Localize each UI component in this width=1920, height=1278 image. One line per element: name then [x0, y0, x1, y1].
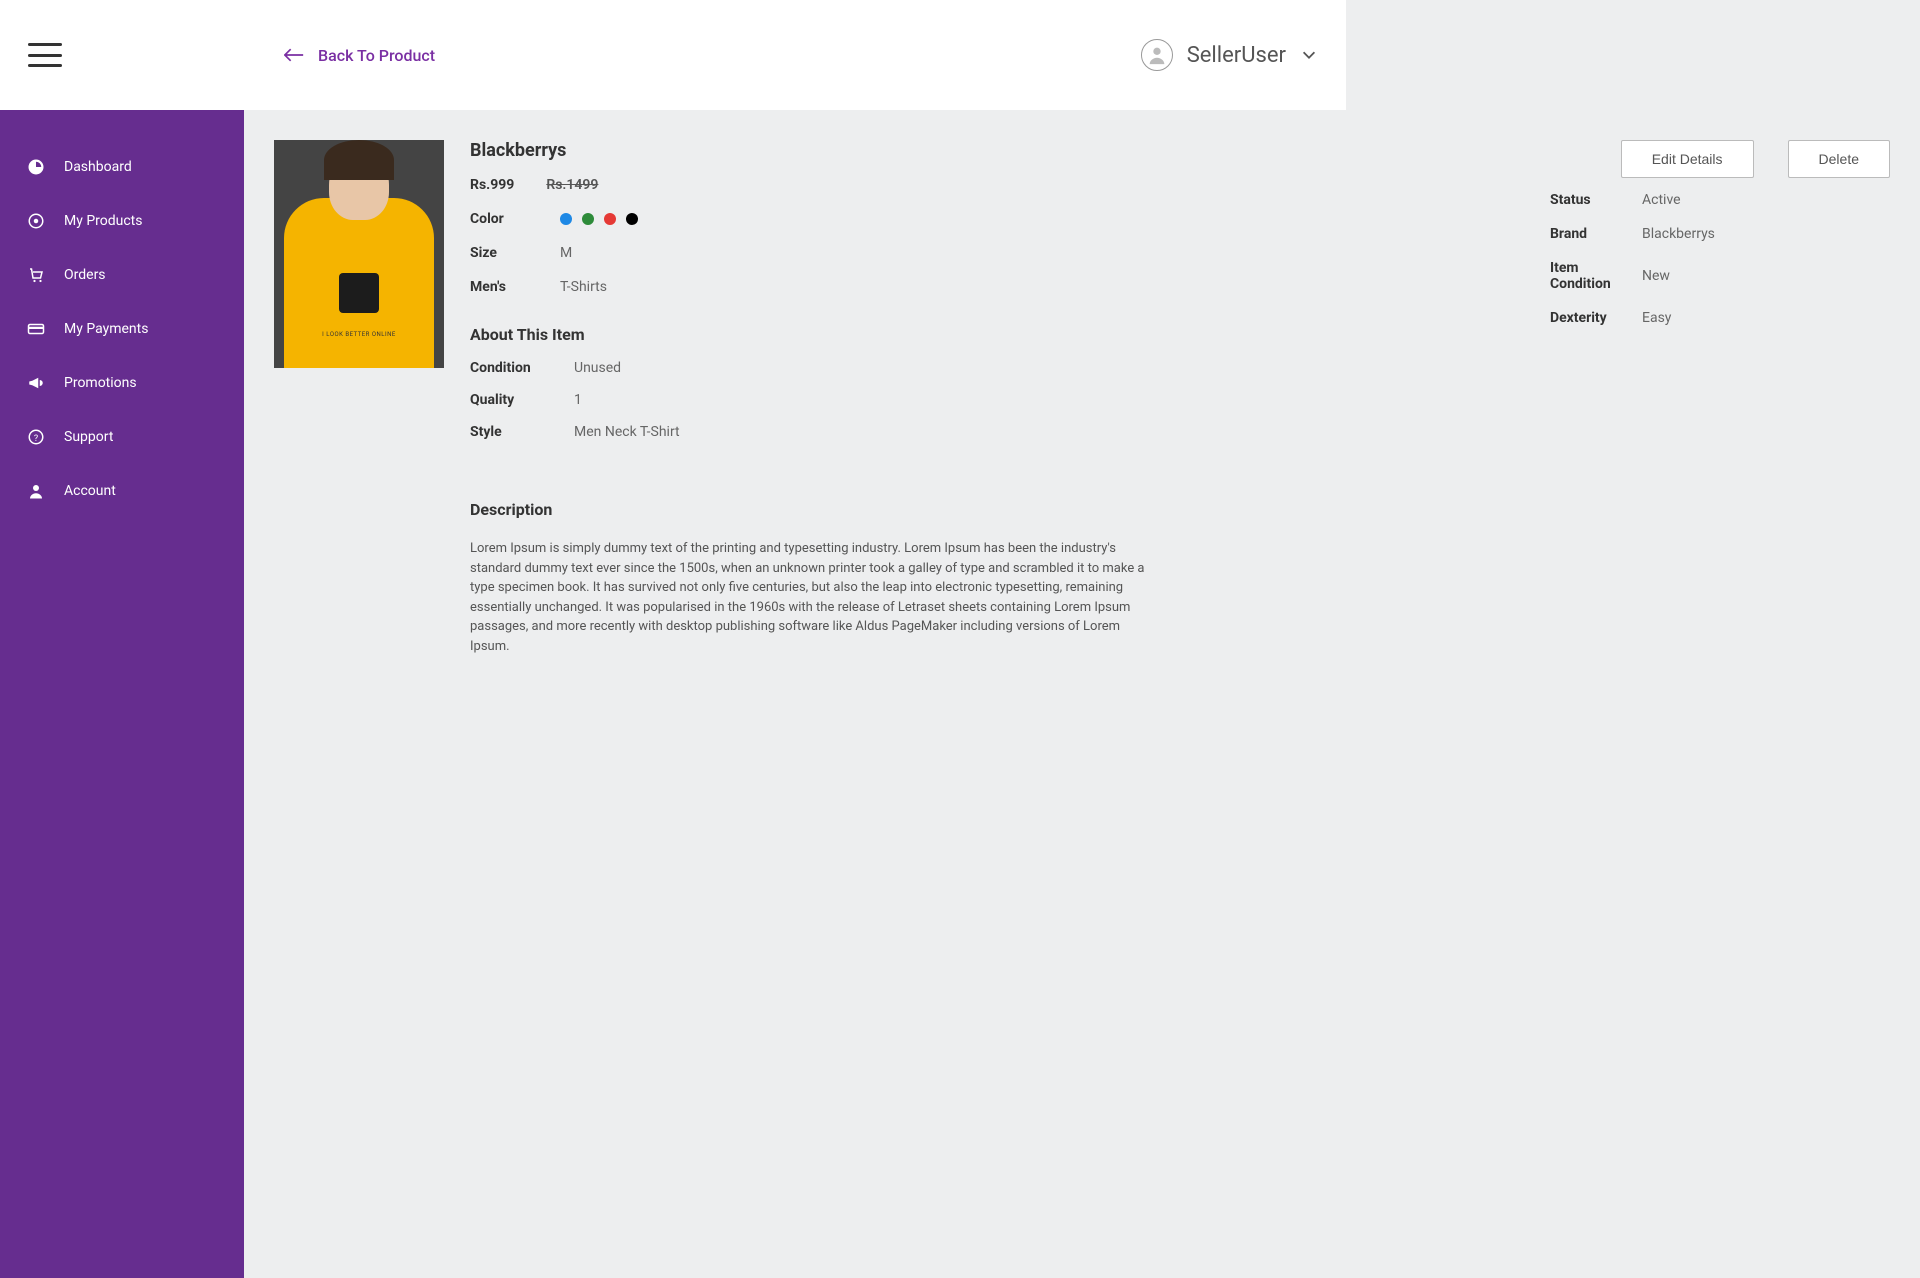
sidebar-item-label: Promotions — [64, 375, 137, 391]
back-to-product-link[interactable]: Back To Product — [284, 46, 435, 65]
product-title: Blackberrys — [470, 140, 1524, 161]
user-menu[interactable]: SellerUser — [1141, 39, 1318, 71]
product-row: I LOOK BETTER ONLINE Blackberrys Rs.999 … — [274, 140, 1890, 656]
size-value: M — [560, 245, 572, 261]
dexterity-value: Easy — [1642, 310, 1671, 326]
sidebar-item-label: My Products — [64, 213, 143, 229]
products-icon — [26, 212, 46, 230]
brand-label: Brand — [1550, 226, 1642, 242]
sidebar-item-label: Account — [64, 483, 116, 499]
category-label: Men's — [470, 279, 560, 295]
hamburger-menu-button[interactable] — [28, 43, 62, 67]
price-old: Rs.1499 — [546, 177, 598, 193]
cart-icon — [26, 266, 46, 284]
main-content: I LOOK BETTER ONLINE Blackberrys Rs.999 … — [244, 110, 1920, 1278]
arrow-left-icon — [284, 47, 304, 63]
brand-value: Blackberrys — [1642, 226, 1715, 242]
size-label: Size — [470, 245, 560, 261]
swatch-red[interactable] — [604, 213, 616, 225]
about-quality-value: 1 — [574, 392, 582, 408]
delete-button[interactable]: Delete — [1788, 140, 1890, 178]
item-condition-value: New — [1642, 268, 1670, 284]
description-heading: Description — [470, 500, 1524, 519]
sidebar-item-my-products[interactable]: My Products — [0, 194, 244, 248]
color-label: Color — [470, 211, 560, 227]
status-value: Active — [1642, 192, 1681, 208]
user-icon — [26, 482, 46, 500]
logo-placeholder — [76, 7, 236, 103]
sidebar-item-support[interactable]: ? Support — [0, 410, 244, 464]
about-condition-value: Unused — [574, 360, 621, 376]
description-text: Lorem Ipsum is simply dummy text of the … — [470, 539, 1150, 656]
sidebar-item-promotions[interactable]: Promotions — [0, 356, 244, 410]
action-buttons: Edit Details Delete — [1550, 140, 1890, 178]
sidebar-item-label: Dashboard — [64, 159, 132, 175]
about-condition-label: Condition — [470, 360, 574, 376]
details-right: Edit Details Delete Status Active Brand … — [1550, 140, 1890, 344]
support-icon: ? — [26, 428, 46, 446]
color-swatches — [560, 213, 638, 225]
item-condition-label: Item Condition — [1550, 260, 1642, 292]
user-name: SellerUser — [1187, 43, 1286, 68]
chevron-down-icon — [1300, 46, 1318, 64]
about-style-label: Style — [470, 424, 574, 440]
back-link-label: Back To Product — [318, 46, 435, 65]
price-row: Rs.999 Rs.1499 — [470, 177, 1524, 193]
sidebar: Dashboard My Products Orders My Payments… — [0, 110, 244, 1278]
sidebar-item-label: My Payments — [64, 321, 148, 337]
sidebar-item-account[interactable]: Account — [0, 464, 244, 518]
sidebar-item-dashboard[interactable]: Dashboard — [0, 140, 244, 194]
topbar: Back To Product SellerUser — [0, 0, 1346, 110]
shirt-caption: I LOOK BETTER ONLINE — [274, 331, 444, 338]
megaphone-icon — [26, 374, 46, 392]
dashboard-icon — [26, 158, 46, 176]
product-image: I LOOK BETTER ONLINE — [274, 140, 444, 368]
about-quality-label: Quality — [470, 392, 574, 408]
swatch-black[interactable] — [626, 213, 638, 225]
svg-text:?: ? — [34, 434, 38, 444]
card-icon — [26, 320, 46, 338]
sidebar-item-label: Orders — [64, 267, 106, 283]
swatch-blue[interactable] — [560, 213, 572, 225]
sidebar-item-label: Support — [64, 429, 113, 445]
status-label: Status — [1550, 192, 1642, 208]
about-heading: About This Item — [470, 325, 1524, 344]
sidebar-item-orders[interactable]: Orders — [0, 248, 244, 302]
swatch-green[interactable] — [582, 213, 594, 225]
category-value: T-Shirts — [560, 279, 607, 295]
details-left: Blackberrys Rs.999 Rs.1499 Color Size M … — [470, 140, 1524, 656]
about-style-value: Men Neck T-Shirt — [574, 424, 680, 440]
sidebar-item-my-payments[interactable]: My Payments — [0, 302, 244, 356]
price-current: Rs.999 — [470, 177, 514, 193]
avatar-icon — [1141, 39, 1173, 71]
dexterity-label: Dexterity — [1550, 310, 1642, 326]
edit-details-button[interactable]: Edit Details — [1621, 140, 1754, 178]
